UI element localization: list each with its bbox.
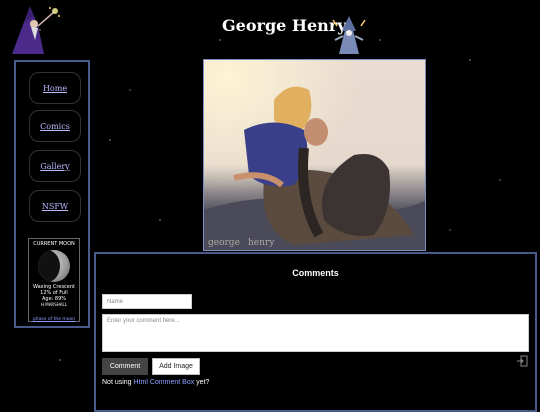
comments-section: Comments Comment Add Image Not using Htm… [94,252,537,412]
comment-submit-button[interactable]: Comment [102,358,148,375]
add-image-button[interactable]: Add Image [152,358,200,375]
comments-heading: Comments [292,268,339,278]
credit-suffix: yet? [196,379,210,386]
credit-prefix: Not using [102,379,132,386]
featured-artwork: george henry [203,59,426,251]
wizard-icon [12,6,60,54]
nav-home-link[interactable]: Home [29,72,81,104]
moon-heading: CURRENT MOON [33,241,75,247]
nav-nsfw-link[interactable]: NSFW [29,190,81,222]
site-title: George Henry [222,16,347,35]
moon-phase-widget: CURRENT MOON Waxing Crescent 12% of Full… [28,238,80,322]
artwork-illustration [204,60,425,250]
name-input[interactable] [102,294,192,309]
moon-icon [38,250,70,282]
wizard-figure-icon [332,16,366,54]
artwork-signature-right: henry [248,238,275,248]
comment-box-link[interactable]: Html Comment Box [134,379,195,386]
artwork-signature-left: george [208,238,240,248]
moon-phase-link[interactable]: phase of the moon [33,317,75,322]
moon-fineprint: H.MARSHALL [41,302,67,307]
nav-comics-link[interactable]: Comics [29,110,81,142]
comment-box-credit: Not using Html Comment Box yet? [102,379,209,386]
comment-textarea[interactable] [102,314,529,352]
nav-gallery-link[interactable]: Gallery [29,150,81,182]
sidebar-nav: Home Comics Gallery NSFW CURRENT MOON Wa… [14,60,90,328]
login-icon[interactable] [516,355,528,367]
